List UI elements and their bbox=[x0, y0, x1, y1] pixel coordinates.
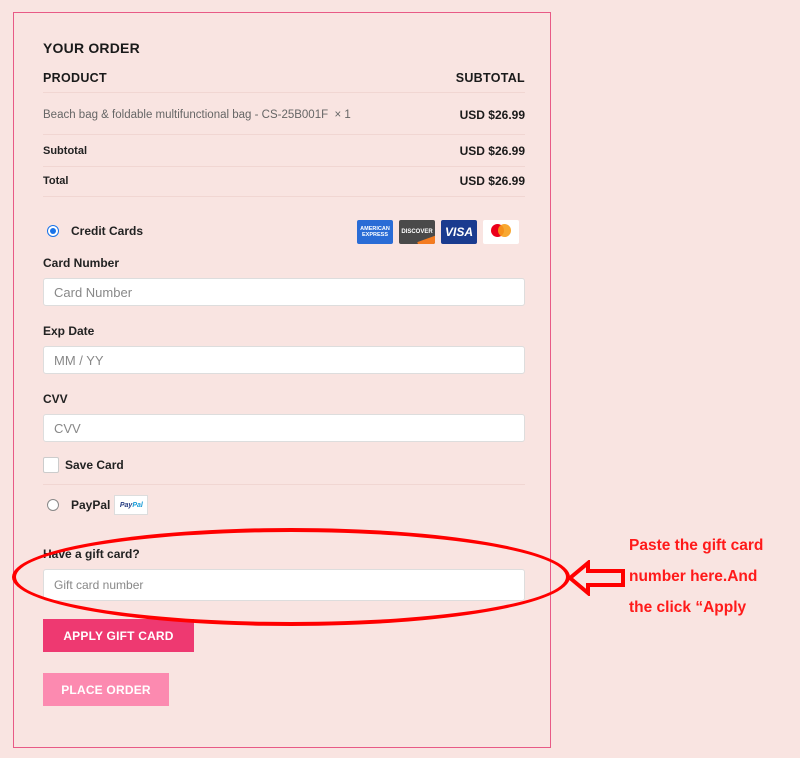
paypal-radio[interactable] bbox=[47, 499, 59, 511]
amex-icon: AMERICAN EXPRESS bbox=[357, 220, 393, 244]
order-item-name: Beach bag & foldable multifunctional bag… bbox=[43, 109, 351, 121]
visa-text: VISA bbox=[444, 225, 473, 239]
subtotal-row: Subtotal USD $26.99 bbox=[43, 144, 525, 158]
credit-cards-label: Credit Cards bbox=[71, 224, 144, 238]
divider bbox=[43, 196, 525, 197]
annotation-line: number here.And bbox=[629, 568, 758, 585]
paypal-logo-pay: Pay bbox=[119, 501, 133, 509]
credit-cards-radio[interactable] bbox=[47, 225, 59, 237]
mastercard-icon bbox=[483, 220, 519, 244]
column-header-product: PRODUCT bbox=[43, 71, 107, 85]
divider bbox=[43, 166, 525, 167]
annotation-arrow-icon bbox=[568, 560, 625, 596]
order-table-header: PRODUCT SUBTOTAL bbox=[43, 71, 525, 85]
cvv-label: CVV bbox=[43, 392, 68, 406]
subtotal-amount: USD $26.99 bbox=[459, 144, 525, 158]
save-card-checkbox[interactable] bbox=[43, 457, 59, 473]
annotation-line: the click “Apply bbox=[629, 599, 747, 616]
apply-gift-card-button[interactable]: APPLY GIFT CARD bbox=[43, 619, 194, 652]
order-item-row: Beach bag & foldable multifunctional bag… bbox=[43, 108, 525, 122]
gift-card-input[interactable] bbox=[43, 569, 525, 601]
discover-text: DISCOVER bbox=[401, 229, 433, 235]
divider bbox=[43, 92, 525, 93]
paypal-logo-icon: Pay Pal bbox=[114, 495, 149, 515]
total-amount: USD $26.99 bbox=[459, 174, 525, 188]
item-qty: × 1 bbox=[334, 109, 351, 121]
divider bbox=[43, 134, 525, 135]
visa-icon: VISA bbox=[441, 220, 477, 244]
divider bbox=[43, 484, 525, 485]
card-number-input[interactable] bbox=[43, 278, 525, 306]
amex-text: AMERICAN EXPRESS bbox=[360, 226, 390, 238]
exp-date-label: Exp Date bbox=[43, 324, 95, 338]
total-label: Total bbox=[43, 175, 69, 187]
order-title: YOUR ORDER bbox=[43, 40, 140, 56]
cvv-input[interactable] bbox=[43, 414, 525, 442]
paypal-label: PayPal bbox=[71, 498, 111, 512]
card-logos: AMERICAN EXPRESS DISCOVER VISA bbox=[357, 220, 519, 244]
discover-icon: DISCOVER bbox=[399, 220, 435, 244]
card-number-label: Card Number bbox=[43, 256, 120, 270]
payment-option-credit-cards[interactable]: Credit Cards bbox=[47, 224, 143, 238]
save-card-label[interactable]: Save Card bbox=[65, 458, 124, 472]
item-name: Beach bag & foldable multifunctional bag… bbox=[43, 109, 329, 121]
column-header-subtotal: SUBTOTAL bbox=[455, 71, 525, 85]
payment-option-paypal[interactable]: PayPal Pay Pal bbox=[47, 495, 149, 515]
gift-card-label: Have a gift card? bbox=[43, 547, 140, 561]
exp-date-input[interactable] bbox=[43, 346, 525, 374]
annotation-line: Paste the gift card bbox=[629, 537, 764, 554]
place-order-button[interactable]: PLACE ORDER bbox=[43, 673, 169, 706]
total-row: Total USD $26.99 bbox=[43, 174, 525, 188]
item-amount: USD $26.99 bbox=[459, 108, 525, 122]
subtotal-label: Subtotal bbox=[43, 145, 87, 157]
paypal-logo-pal: Pal bbox=[132, 501, 143, 509]
annotation-note: Paste the gift card number here.And the … bbox=[629, 530, 763, 623]
